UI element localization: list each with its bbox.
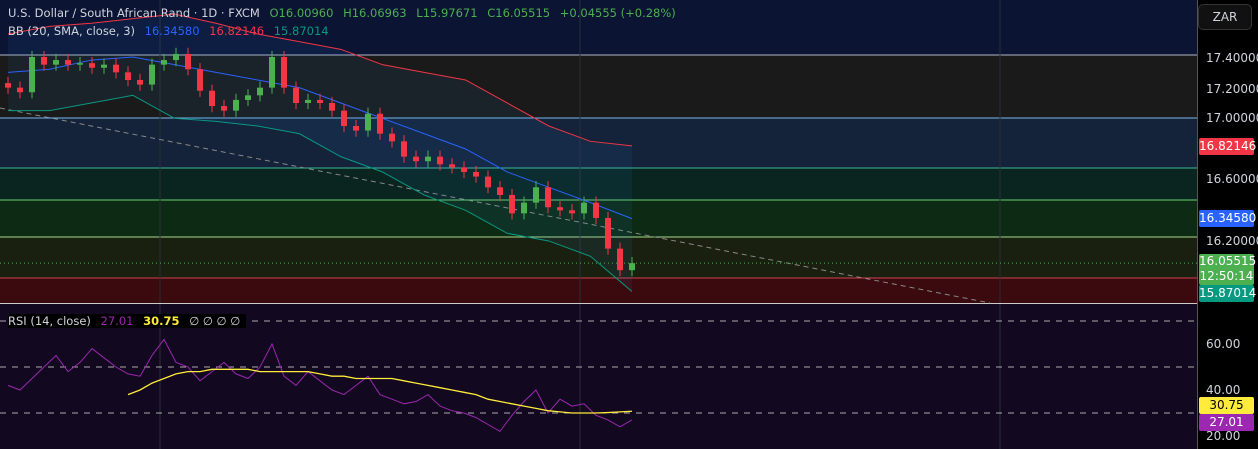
rsi-label[interactable]: RSI (14, close) xyxy=(8,314,91,328)
ohlc-high: H16.06963 xyxy=(343,6,407,20)
candle-body xyxy=(389,133,395,142)
rsi-legend: RSI (14, close) 27.01 30.75 ∅ ∅ ∅ ∅ xyxy=(8,314,247,328)
candle-body xyxy=(329,102,335,111)
last-price: 16.05515 xyxy=(1199,254,1257,268)
candle-body xyxy=(413,156,419,162)
candle-body xyxy=(269,57,275,88)
bb-label[interactable]: BB (20, SMA, close, 3) xyxy=(8,24,135,38)
price-axis-label: 17.20000 xyxy=(1206,82,1258,96)
candle-body xyxy=(341,110,347,126)
rsi-extra-values: ∅ ∅ ∅ ∅ xyxy=(189,314,241,328)
candle-body xyxy=(617,248,623,271)
candle-body xyxy=(497,187,503,195)
zone-band xyxy=(0,278,1198,303)
candle-body xyxy=(113,64,119,73)
bb-lower-value: 15.87014 xyxy=(273,24,329,38)
rsi-axis-label: 60.00 xyxy=(1206,337,1241,351)
candle-body xyxy=(473,171,479,177)
price-axis-label: 16.60000 xyxy=(1206,172,1258,186)
symbol-title[interactable]: U.S. Dollar / South African Rand · 1D · … xyxy=(8,6,260,20)
rsi-axis-label: 40.00 xyxy=(1206,383,1241,397)
candle-body xyxy=(305,99,311,103)
candle-body xyxy=(245,95,251,100)
price-axis-label: 17.40000 xyxy=(1206,51,1258,65)
bb-basis-price-tag: 16.34580 xyxy=(1199,210,1257,227)
bb-upper-value: 16.82146 xyxy=(209,24,265,38)
bar-countdown: 12:50:14 xyxy=(1199,269,1254,283)
candle-body xyxy=(377,113,383,134)
candle-body xyxy=(593,202,599,218)
candle-body xyxy=(101,64,107,68)
candle-body xyxy=(221,106,227,111)
candle-body xyxy=(17,87,23,93)
candle-body xyxy=(437,156,443,165)
rsi-ma-tag: 30.75 xyxy=(1199,397,1254,414)
candle-body xyxy=(257,87,263,96)
price-axis-label: 17.00000 xyxy=(1206,111,1258,125)
candle-body xyxy=(197,69,203,91)
ohlc-open: O16.00960 xyxy=(269,6,334,20)
ohlc-low: L15.97671 xyxy=(416,6,478,20)
candle-body xyxy=(509,194,515,214)
bb-upper-price-tag: 16.82146 xyxy=(1199,138,1257,155)
candle-body xyxy=(209,90,215,107)
bb-legend: BB (20, SMA, close, 3) 16.34580 16.82146… xyxy=(8,24,335,38)
currency-button[interactable]: ZAR xyxy=(1198,4,1252,30)
candle-body xyxy=(293,87,299,103)
candle-body xyxy=(449,164,455,168)
candle-body xyxy=(65,60,71,65)
candle-body xyxy=(521,202,527,214)
candle-body xyxy=(281,57,287,88)
candle-body xyxy=(173,53,179,61)
symbol-legend: U.S. Dollar / South African Rand · 1D · … xyxy=(8,6,682,20)
candle-body xyxy=(365,113,371,131)
candle-body xyxy=(29,57,35,93)
candle-body xyxy=(89,63,95,68)
candle-body xyxy=(557,207,563,211)
rsi-tag: 27.01 xyxy=(1199,414,1254,431)
bb-basis-value: 16.34580 xyxy=(144,24,200,38)
last-price-tag: 16.05515 12:50:14 xyxy=(1199,254,1257,285)
candle-body xyxy=(461,167,467,172)
candle-body xyxy=(233,99,239,111)
candle-body xyxy=(605,217,611,249)
candle-body xyxy=(137,79,143,85)
candle-body xyxy=(581,202,587,214)
bb-lower-price-tag: 15.87014 xyxy=(1199,285,1257,302)
candle-body xyxy=(485,176,491,188)
candle-body xyxy=(125,72,131,80)
rsi-axis-label: 20.00 xyxy=(1206,429,1241,443)
candle-body xyxy=(185,53,191,70)
rsi-value: 27.01 xyxy=(100,314,134,328)
candle-body xyxy=(317,99,323,103)
rsi-ma-value: 30.75 xyxy=(143,314,180,328)
candle-body xyxy=(5,83,11,88)
candle-body xyxy=(425,156,431,162)
candle-body xyxy=(77,63,83,65)
candle-body xyxy=(545,187,551,208)
candle-body xyxy=(161,60,167,65)
ohlc-change: +0.04555 (+0.28%) xyxy=(559,6,676,20)
chart-canvas[interactable] xyxy=(0,0,1198,449)
candle-body xyxy=(629,263,635,271)
candle-body xyxy=(53,60,59,65)
ohlc-close: C16.05515 xyxy=(487,6,551,20)
candle-body xyxy=(149,64,155,85)
price-axis-label: 16.20000 xyxy=(1206,234,1258,248)
candle-body xyxy=(569,210,575,214)
candle-body xyxy=(353,125,359,131)
candle-body xyxy=(41,57,47,65)
candle-body xyxy=(401,141,407,157)
candle-body xyxy=(533,187,539,203)
